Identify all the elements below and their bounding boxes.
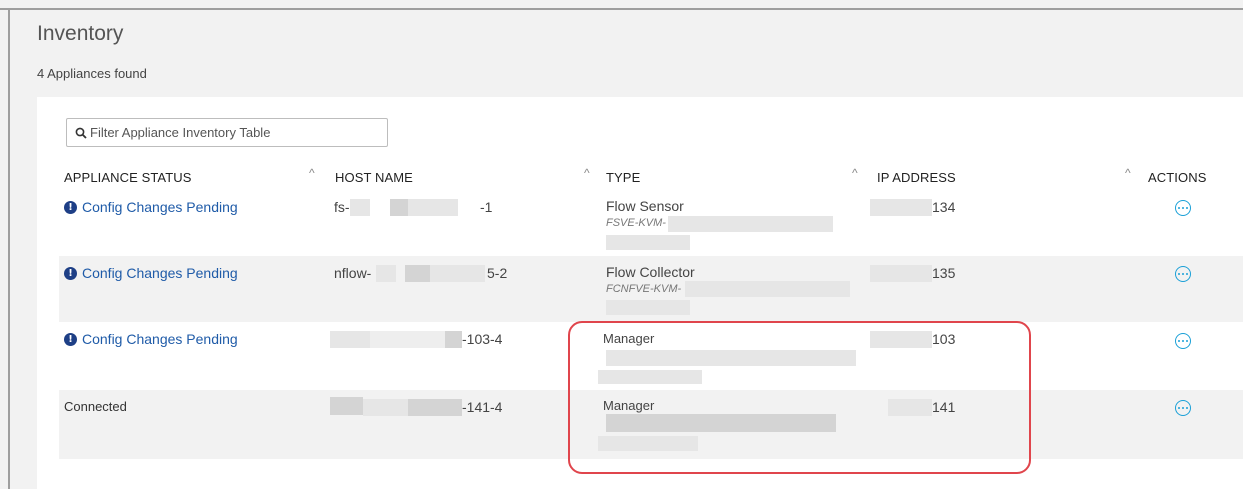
header-ip-address[interactable]: IP ADDRESS	[877, 170, 956, 185]
filter-input[interactable]	[90, 125, 370, 140]
redacted-block	[430, 265, 485, 282]
header-appliance-status[interactable]: APPLIANCE STATUS	[64, 170, 192, 185]
redacted-block	[685, 281, 850, 297]
sort-type-icon[interactable]: ^	[584, 166, 590, 180]
redacted-block	[606, 300, 690, 315]
header-type[interactable]: TYPE	[606, 170, 640, 185]
status-text: Config Changes Pending	[82, 265, 238, 281]
more-horizontal-circle-icon[interactable]	[1175, 266, 1191, 282]
type-label: Flow Collector	[606, 264, 695, 280]
host-name-prefix: nflow-	[334, 265, 372, 281]
status-text: Connected	[64, 399, 127, 414]
filter-field[interactable]	[66, 118, 388, 147]
host-name-prefix: fs-	[334, 199, 350, 215]
redacted-block	[376, 265, 396, 282]
status-link[interactable]: ! Config Changes Pending	[64, 331, 238, 347]
header-host-name[interactable]: HOST NAME	[335, 170, 413, 185]
host-name-suffix: -103-4	[462, 331, 503, 347]
redacted-block	[370, 331, 445, 348]
more-horizontal-circle-icon[interactable]	[1175, 200, 1191, 216]
left-border	[8, 8, 10, 489]
redacted-block	[408, 399, 462, 416]
more-horizontal-circle-icon[interactable]	[1175, 333, 1191, 349]
exclamation-circle-icon: !	[64, 332, 77, 346]
redacted-block	[606, 235, 690, 250]
type-detail: FCNFVE-KVM-	[606, 283, 682, 295]
header-actions: ACTIONS	[1148, 170, 1207, 185]
search-icon	[75, 127, 87, 139]
redacted-block	[445, 331, 462, 348]
more-horizontal-circle-icon[interactable]	[1175, 400, 1191, 416]
page-title: Inventory	[37, 22, 124, 45]
highlight-annotation	[568, 321, 1031, 474]
sort-actions-icon[interactable]: ^	[1125, 166, 1131, 180]
redacted-block	[390, 199, 408, 216]
redacted-block	[408, 199, 458, 216]
host-name-suffix: -141-4	[462, 399, 503, 415]
type-label: Flow Sensor	[606, 198, 684, 214]
top-border	[0, 8, 1243, 10]
exclamation-circle-icon: !	[64, 200, 77, 214]
redacted-block	[668, 216, 833, 232]
redacted-block	[330, 397, 363, 415]
redacted-block	[330, 331, 370, 348]
results-count: 4 Appliances found	[37, 66, 147, 81]
status-text: Config Changes Pending	[82, 331, 238, 347]
status-text: Config Changes Pending	[82, 199, 238, 215]
status-link[interactable]: ! Config Changes Pending	[64, 265, 238, 281]
exclamation-circle-icon: !	[64, 266, 77, 280]
host-name-suffix: 5-2	[487, 265, 508, 281]
redacted-block	[405, 265, 430, 282]
inventory-page: Inventory 4 Appliances found APPLIANCE S…	[0, 0, 1243, 489]
redacted-block	[870, 265, 932, 282]
type-detail: FSVE-KVM-	[606, 217, 666, 229]
sort-ip-address-icon[interactable]: ^	[852, 166, 858, 180]
redacted-block	[363, 399, 408, 416]
ip-address-suffix: 135	[932, 265, 956, 281]
status-link[interactable]: ! Config Changes Pending	[64, 199, 238, 215]
sort-host-name-icon[interactable]: ^	[309, 166, 315, 180]
ip-address-suffix: 134	[932, 199, 956, 215]
redacted-block	[350, 199, 370, 216]
redacted-block	[870, 199, 932, 216]
host-name-suffix: -1	[480, 199, 493, 215]
